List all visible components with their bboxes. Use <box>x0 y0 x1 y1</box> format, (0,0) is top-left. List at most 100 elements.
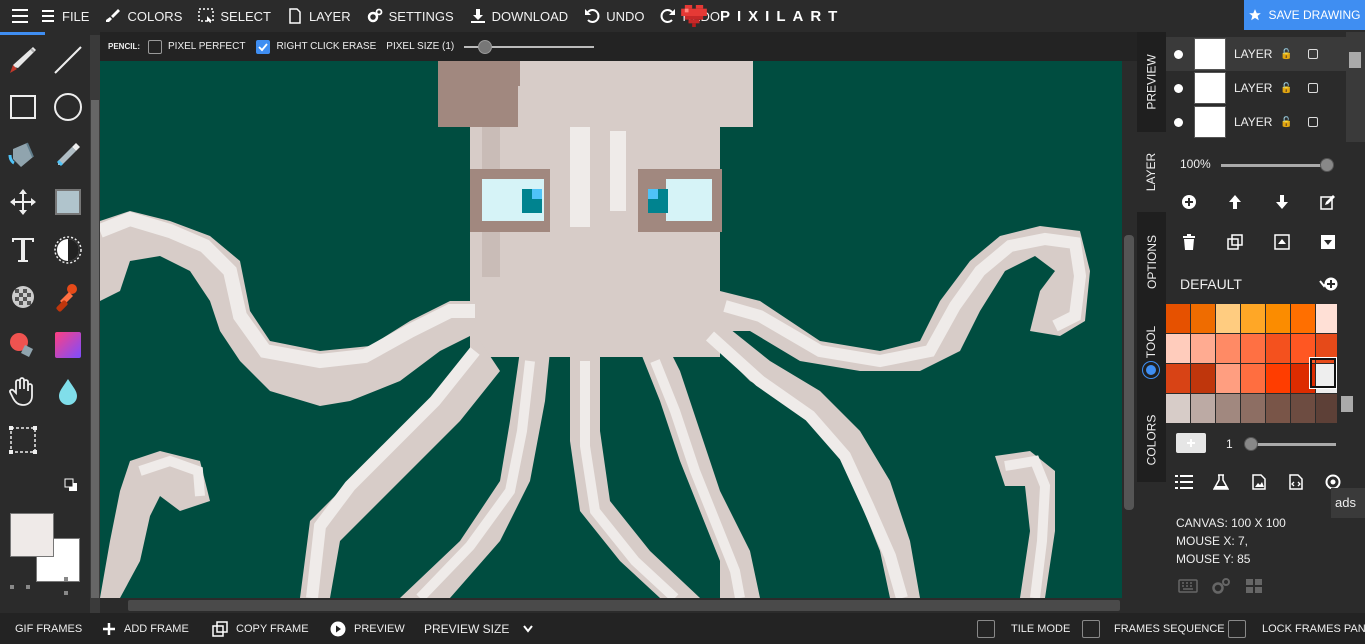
add-color-button[interactable] <box>1176 433 1206 453</box>
layer-visibility-dot[interactable] <box>1174 117 1183 127</box>
copy-frame-button[interactable]: COPY FRAME <box>212 620 309 637</box>
layer-row[interactable]: LAYER 31 🔓 <box>1166 105 1346 139</box>
lock-icon[interactable]: 🔓 <box>1280 49 1292 60</box>
palette-swatch[interactable] <box>1166 304 1190 333</box>
palette-swatch[interactable] <box>1291 304 1315 333</box>
pixel-size-slider[interactable] <box>464 39 595 54</box>
delete-layer-button[interactable] <box>1177 230 1201 254</box>
layer-row[interactable]: LAYER 31 🔓 <box>1166 71 1346 105</box>
layer-opacity-knob[interactable] <box>1320 158 1334 172</box>
palette-swatch[interactable] <box>1291 334 1315 363</box>
palette-swatch[interactable] <box>1216 394 1240 423</box>
palette-select[interactable]: DEFAULT <box>1166 270 1337 298</box>
line-tool[interactable] <box>48 40 88 80</box>
menu-download[interactable]: DOWNLOAD <box>470 8 568 24</box>
save-drawing-button[interactable]: SAVE DRAWING <box>1244 0 1365 30</box>
gradient-tool[interactable] <box>48 325 88 365</box>
preview-size-dropdown[interactable]: PREVIEW SIZE <box>424 622 534 636</box>
frames-sequence-toggle[interactable]: FRAMES SEQUENCE <box>1082 619 1225 638</box>
layer-select-checkbox[interactable] <box>1308 83 1319 93</box>
settings-button[interactable] <box>1209 574 1233 598</box>
move-layer-up-button[interactable] <box>1223 190 1247 214</box>
layers-scrollbar[interactable] <box>1346 32 1365 142</box>
move-layer-down-button[interactable] <box>1270 190 1294 214</box>
pixilart-logo[interactable]: PIXILART <box>680 0 844 32</box>
preview-button[interactable]: PREVIEW <box>330 621 405 637</box>
primary-color-swatch[interactable] <box>10 513 54 557</box>
palette-swatch[interactable] <box>1191 394 1215 423</box>
canvas-horizontal-scroll-thumb[interactable] <box>128 600 1120 611</box>
layer-opacity-slider[interactable] <box>1221 164 1329 167</box>
palette-swatch[interactable] <box>1241 364 1265 393</box>
layer-row[interactable]: LAYER 32 🔓 <box>1166 37 1346 71</box>
menu-undo[interactable]: UNDO <box>584 8 644 24</box>
lock-icon[interactable]: 🔓 <box>1280 83 1292 94</box>
hamburger-icon[interactable] <box>0 0 40 32</box>
stamp-tool[interactable] <box>48 277 88 317</box>
palette-swatch[interactable] <box>1241 304 1265 333</box>
palette-swatch[interactable] <box>1166 394 1190 423</box>
tab-options[interactable]: OPTIONS <box>1137 222 1166 302</box>
palette-swatch[interactable] <box>1166 364 1190 393</box>
hand-tool[interactable] <box>3 372 43 412</box>
select-tool[interactable] <box>3 420 43 460</box>
dither-circle-tool[interactable] <box>48 230 88 270</box>
palette-swatch[interactable] <box>1316 394 1337 423</box>
bucket-tool[interactable] <box>3 135 43 175</box>
menu-colors[interactable]: COLORS <box>105 8 182 24</box>
tab-colors[interactable]: COLORS <box>1137 397 1166 482</box>
pixel-perfect-checkbox[interactable] <box>148 39 162 54</box>
more-tools-dots[interactable] <box>10 573 72 597</box>
palette-swatch[interactable] <box>1291 364 1315 393</box>
tile-mode-checkbox[interactable] <box>977 619 995 638</box>
drawing-canvas[interactable] <box>100 61 1122 598</box>
layer-select-checkbox[interactable] <box>1308 117 1319 127</box>
palette-swatch[interactable] <box>1166 334 1190 363</box>
merge-down-button[interactable] <box>1316 230 1340 254</box>
add-palette-button[interactable] <box>1324 277 1338 291</box>
layer-visibility-dot[interactable] <box>1174 83 1183 93</box>
palette-swatch[interactable] <box>1191 334 1215 363</box>
pencil-tool[interactable] <box>3 40 43 80</box>
palette-swatch[interactable] <box>1216 364 1240 393</box>
lock-frames-panel-toggle[interactable]: LOCK FRAMES PANEL <box>1228 619 1365 638</box>
swap-colors-icon[interactable] <box>64 478 78 492</box>
import-file-button[interactable] <box>1247 470 1271 494</box>
palette-swatch[interactable] <box>1316 334 1337 363</box>
palette-swatch[interactable] <box>1316 304 1337 333</box>
add-frame-button[interactable]: ADD FRAME <box>102 622 189 636</box>
layer-select-checkbox[interactable] <box>1308 49 1319 59</box>
menu-file[interactable]: FILE <box>40 8 89 24</box>
merge-up-button[interactable] <box>1270 230 1294 254</box>
effects-button[interactable] <box>1209 470 1233 494</box>
palette-swatch[interactable] <box>1216 304 1240 333</box>
duplicate-layer-button[interactable] <box>1223 230 1247 254</box>
move-tool[interactable] <box>3 182 43 222</box>
frames-sequence-checkbox[interactable] <box>1082 619 1100 638</box>
grid-view-button[interactable] <box>1242 574 1266 598</box>
palette-scrollbar[interactable] <box>1337 304 1365 423</box>
pixel-size-knob[interactable] <box>478 39 493 54</box>
menu-layer[interactable]: LAYER <box>287 8 351 24</box>
toolbox-scroll-thumb[interactable] <box>91 100 99 598</box>
circle-tool[interactable] <box>48 87 88 127</box>
blur-tool[interactable] <box>48 372 88 412</box>
edit-layer-button[interactable] <box>1316 190 1340 214</box>
code-file-button[interactable] <box>1284 470 1308 494</box>
tile-mode-toggle[interactable]: TILE MODE <box>977 619 1070 638</box>
brush-size-slider[interactable] <box>1245 443 1336 446</box>
palette-swatch[interactable] <box>1291 394 1315 423</box>
color-picker-tool[interactable] <box>48 135 88 175</box>
lock-icon[interactable]: 🔓 <box>1280 117 1292 128</box>
keyboard-shortcuts-button[interactable] <box>1176 574 1200 598</box>
palette-swatch[interactable] <box>1316 364 1337 393</box>
palette-swatch[interactable] <box>1266 394 1290 423</box>
text-tool[interactable] <box>3 230 43 270</box>
palette-swatch[interactable] <box>1216 334 1240 363</box>
palette-swatch[interactable] <box>1191 364 1215 393</box>
menu-settings[interactable]: SETTINGS <box>367 8 454 24</box>
palette-swatch[interactable] <box>1266 304 1290 333</box>
palette-swatch[interactable] <box>1191 304 1215 333</box>
layer-visibility-dot[interactable] <box>1174 49 1183 59</box>
palette-swatch[interactable] <box>1266 364 1290 393</box>
